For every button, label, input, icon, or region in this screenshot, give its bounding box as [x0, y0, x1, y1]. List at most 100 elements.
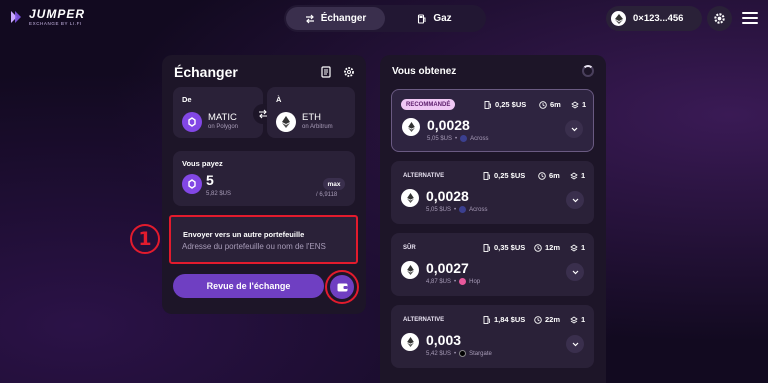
route-card[interactable]: RECOMMANDÉ 0,25 $US 6m 1 0,0028 5,05 $US… — [391, 89, 594, 152]
chevron-down-icon — [571, 127, 577, 131]
route-amount: 0,0028 — [426, 188, 469, 204]
results-title: Vous obtenez — [392, 66, 457, 77]
refresh-spinner-icon[interactable] — [582, 65, 594, 77]
route-gas: 1,84 $US — [483, 315, 525, 324]
route-card[interactable]: SÛR 0,35 $US 12m 1 0,0027 4,87 $US • Hop — [391, 233, 594, 296]
polygon-token-icon — [182, 112, 202, 132]
layers-icon — [571, 101, 579, 108]
jumper-logo[interactable]: JUMPER EXCHANGE BY LI.FI — [8, 8, 85, 27]
jumper-logo-icon — [11, 11, 21, 24]
wallet-icon — [337, 283, 347, 291]
stargate-tool-icon — [459, 350, 467, 357]
route-gas: 0,25 $US — [483, 171, 525, 180]
layers-icon — [570, 244, 578, 251]
route-details: 5,42 $US • Stargate — [426, 350, 492, 357]
to-token-card[interactable]: À ETH on Arbitrum — [267, 87, 355, 138]
route-time: 12m — [534, 243, 560, 252]
from-token-card[interactable]: De MATIC on Polygon — [173, 87, 263, 138]
route-tag: SÛR — [403, 244, 416, 251]
route-steps: 1 — [571, 100, 586, 109]
logo-subtitle: EXCHANGE BY LI.FI — [29, 21, 82, 26]
send-to-wallet-title: Envoyer vers un autre portefeuille — [183, 230, 305, 239]
ethereum-token-icon — [401, 261, 419, 279]
clock-icon — [539, 100, 547, 109]
route-amount: 0,0028 — [427, 117, 470, 133]
route-gas: 0,35 $US — [483, 243, 525, 252]
gas-pump-icon — [483, 315, 490, 324]
hop-tool-icon — [459, 278, 467, 285]
max-button[interactable]: max — [323, 178, 345, 190]
ethereum-token-icon — [401, 333, 419, 351]
from-chain: on Polygon — [208, 124, 239, 130]
wallet-address-input[interactable] — [182, 242, 352, 251]
route-details: 5,05 $US • Across — [427, 135, 489, 142]
menu-button[interactable] — [742, 10, 758, 26]
token-balance: / 6,9118 — [316, 192, 338, 198]
route-card[interactable]: ALTERNATIVE 1,84 $US 22m 1 0,003 5,42 $U… — [391, 305, 594, 368]
settings-button[interactable] — [707, 6, 732, 31]
layers-icon — [570, 316, 578, 323]
wallet-address: 0×123...456 — [633, 13, 684, 24]
chevron-down-icon — [572, 342, 578, 346]
to-token-name: ETH — [302, 112, 321, 123]
gas-pump-icon — [484, 100, 491, 109]
pay-amount-input[interactable]: 5 — [206, 172, 214, 188]
expand-route-button[interactable] — [566, 191, 584, 209]
expand-route-button[interactable] — [565, 120, 583, 138]
menu-icon-bar — [742, 12, 758, 14]
exchange-title: Échanger — [174, 64, 238, 80]
route-tag: ALTERNATIVE — [403, 172, 445, 179]
clock-icon — [534, 315, 542, 324]
ethereum-icon — [611, 11, 626, 26]
layers-icon — [570, 172, 578, 179]
gas-pump-icon — [483, 171, 490, 180]
from-label: De — [182, 95, 192, 104]
send-to-wallet-button-highlight — [325, 270, 359, 304]
tab-exchange-label: Échanger — [320, 13, 367, 24]
route-tag: RECOMMANDÉ — [401, 99, 456, 110]
to-chain: on Arbitrum — [302, 124, 333, 130]
route-details: 4,87 $US • Hop — [426, 278, 481, 285]
tab-gas[interactable]: Gaz — [385, 7, 484, 30]
tab-exchange[interactable]: Échanger — [286, 7, 385, 30]
mode-tabs: Échanger Gaz — [284, 5, 486, 32]
review-exchange-button[interactable]: Revue de l'échange — [173, 274, 324, 298]
route-tag: ALTERNATIVE — [403, 316, 445, 323]
clock-icon — [534, 243, 542, 252]
route-time: 22m — [534, 315, 560, 324]
to-label: À — [276, 95, 282, 104]
clock-icon — [538, 171, 546, 180]
route-time: 6m — [539, 100, 561, 109]
route-steps: 1 — [570, 315, 585, 324]
route-details: 5,05 $US • Across — [426, 206, 488, 213]
send-to-wallet-box: Envoyer vers un autre portefeuille — [169, 215, 358, 264]
route-steps: 1 — [570, 171, 585, 180]
swap-icon — [305, 14, 314, 23]
from-token-name: MATIC — [208, 112, 237, 123]
ethereum-token-icon — [402, 118, 420, 136]
route-amount: 0,003 — [426, 332, 462, 348]
chevron-down-icon — [572, 198, 578, 202]
across-tool-icon — [460, 135, 468, 142]
history-icon[interactable] — [320, 66, 332, 78]
gas-pump-icon — [418, 13, 426, 24]
expand-route-button[interactable] — [566, 263, 584, 281]
route-gas: 0,25 $US — [484, 100, 526, 109]
across-tool-icon — [459, 206, 467, 213]
route-card[interactable]: ALTERNATIVE 0,25 $US 6m 1 0,0028 5,05 $U… — [391, 161, 594, 224]
gear-icon — [714, 13, 725, 24]
chevron-down-icon — [572, 270, 578, 274]
pay-label: Vous payez — [182, 159, 223, 168]
polygon-token-icon — [182, 174, 202, 194]
route-amount: 0,0027 — [426, 260, 469, 276]
route-steps: 1 — [570, 243, 585, 252]
menu-icon-bar — [742, 22, 758, 24]
menu-icon-bar — [742, 17, 758, 19]
expand-route-button[interactable] — [566, 335, 584, 353]
ethereum-token-icon — [276, 112, 296, 132]
send-to-wallet-button[interactable] — [330, 275, 354, 299]
step-callout: 1 — [130, 224, 160, 254]
gear-icon[interactable] — [343, 66, 355, 78]
tab-gas-label: Gaz — [433, 13, 452, 24]
wallet-button[interactable]: 0×123...456 — [606, 6, 702, 31]
